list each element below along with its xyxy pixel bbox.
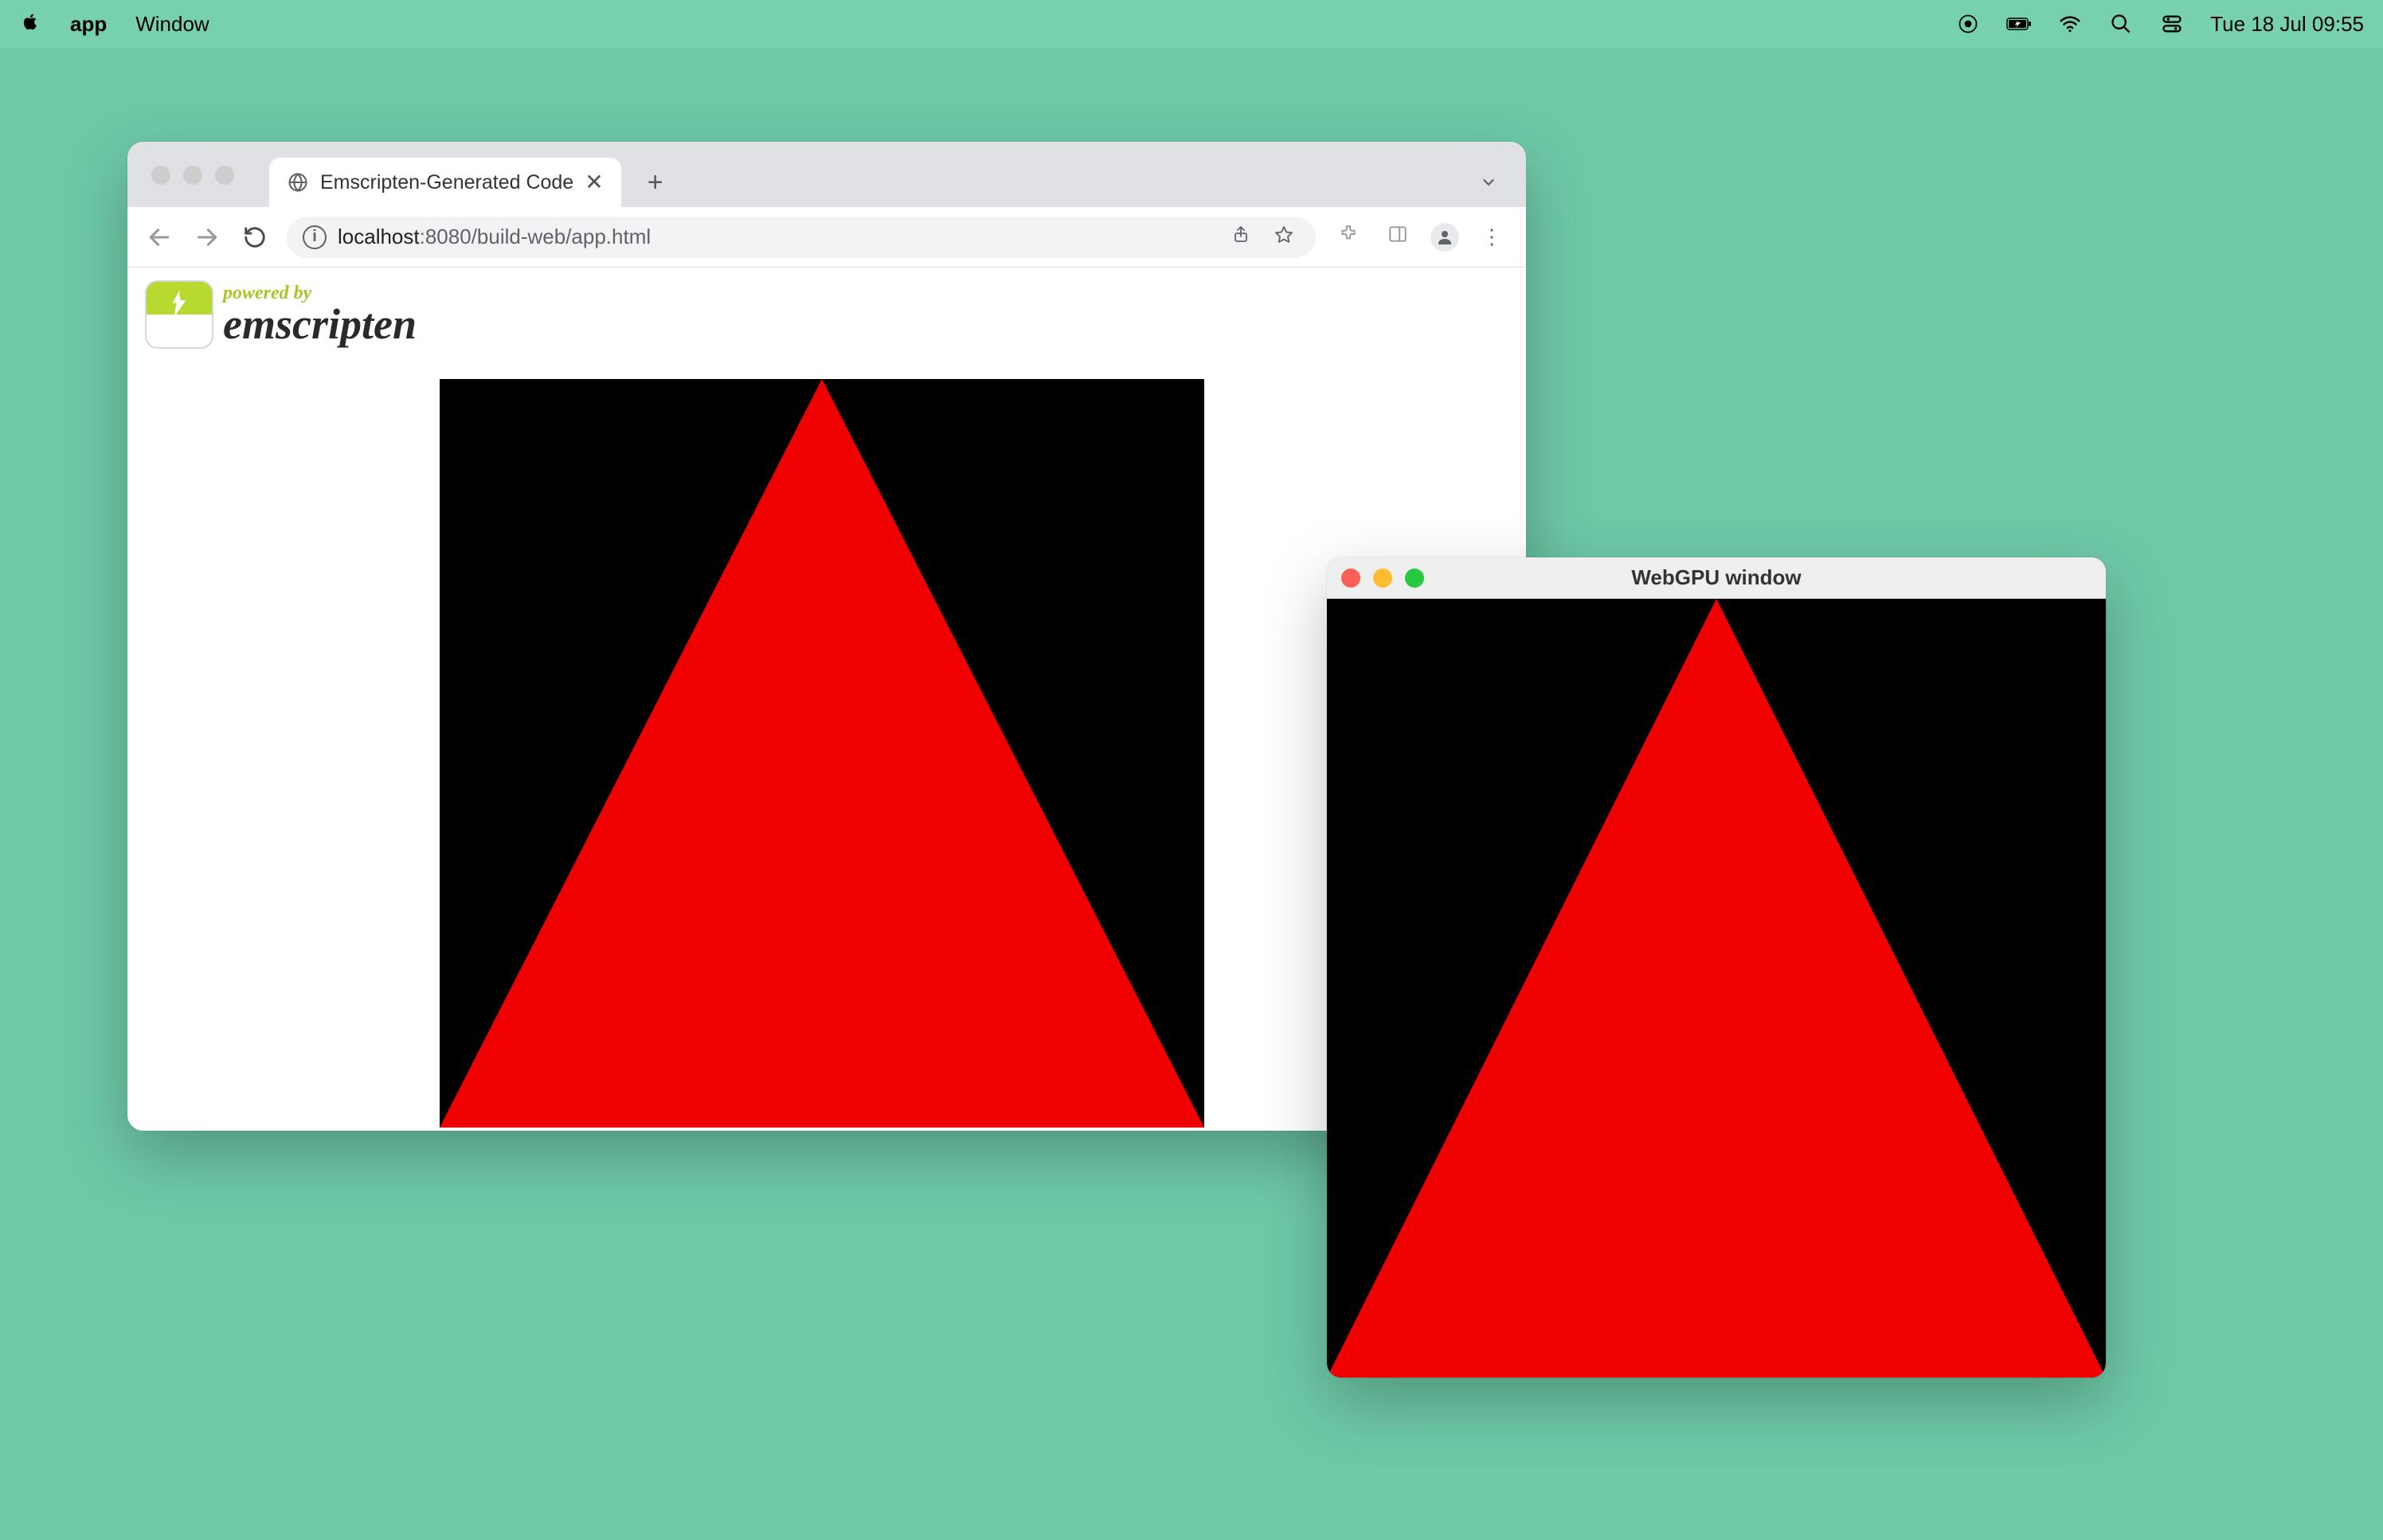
url-rest: :8080/build-web/app.html [420,225,652,248]
red-triangle [1327,599,2106,1378]
globe-icon [287,171,309,193]
control-center-icon[interactable] [2159,11,2185,37]
native-app-window: WebGPU window [1327,557,2106,1378]
menubar-left: app Window [19,10,209,38]
chrome-tab-active[interactable]: Emscripten-Generated Code ✕ [269,158,621,207]
side-panel-icon[interactable] [1381,224,1415,250]
native-window-title: WebGPU window [1327,565,2106,590]
native-close-dot[interactable] [1341,569,1360,588]
chrome-viewport: powered by emscripten [127,268,1526,1131]
native-traffic-lights [1341,569,1424,588]
url-text: localhost:8080/build-web/app.html [338,225,651,249]
screen-record-icon[interactable] [1955,11,1981,37]
menubar-app-name[interactable]: app [70,12,107,37]
emscripten-name: emscripten [223,303,417,346]
new-tab-button[interactable]: + [637,164,674,201]
menubar-clock[interactable]: Tue 18 Jul 09:55 [2210,12,2364,37]
tab-search-icon[interactable] [1480,174,1497,196]
native-canvas[interactable] [1327,599,2106,1378]
menubar-right: Tue 18 Jul 09:55 [1955,11,2364,37]
chrome-toolbar: i localhost:8080/build-web/app.html ⋮ [127,207,1526,268]
url-host: localhost [338,225,420,248]
extensions-icon[interactable] [1332,224,1365,250]
chrome-close-dot[interactable] [151,166,170,185]
apple-menu-icon[interactable] [19,10,41,38]
spotlight-search-icon[interactable] [2108,11,2134,37]
emscripten-logo-icon [145,280,213,349]
chrome-window: Emscripten-Generated Code ✕ + i localhos… [127,142,1526,1131]
chrome-tabstrip: Emscripten-Generated Code ✕ + [127,142,1526,207]
macos-menubar: app Window Tue 18 Jul 09:55 [0,0,2383,48]
chrome-tab-title: Emscripten-Generated Code [320,171,573,194]
site-info-icon[interactable]: i [303,225,327,249]
app-canvas[interactable] [440,379,1204,1128]
forward-button [191,221,223,253]
chrome-zoom-dot[interactable] [215,166,234,185]
chrome-menu-icon[interactable]: ⋮ [1475,225,1510,249]
bookmark-star-icon[interactable] [1268,225,1300,249]
reload-button[interactable] [239,221,271,253]
profile-avatar[interactable] [1430,223,1459,252]
native-titlebar[interactable]: WebGPU window [1327,557,2106,599]
chrome-omnibox[interactable]: i localhost:8080/build-web/app.html [287,217,1316,258]
menubar-item-window[interactable]: Window [135,12,209,37]
native-minimize-dot[interactable] [1373,569,1392,588]
close-tab-icon[interactable]: ✕ [585,171,603,193]
wifi-icon[interactable] [2057,11,2083,37]
red-triangle [440,379,1204,1128]
chrome-traffic-lights [151,166,234,185]
native-zoom-dot[interactable] [1405,569,1424,588]
back-button[interactable] [143,221,175,253]
battery-icon[interactable] [2006,11,2032,37]
emscripten-badge: powered by emscripten [140,276,429,354]
chrome-minimize-dot[interactable] [183,166,202,185]
share-icon[interactable] [1225,225,1257,249]
